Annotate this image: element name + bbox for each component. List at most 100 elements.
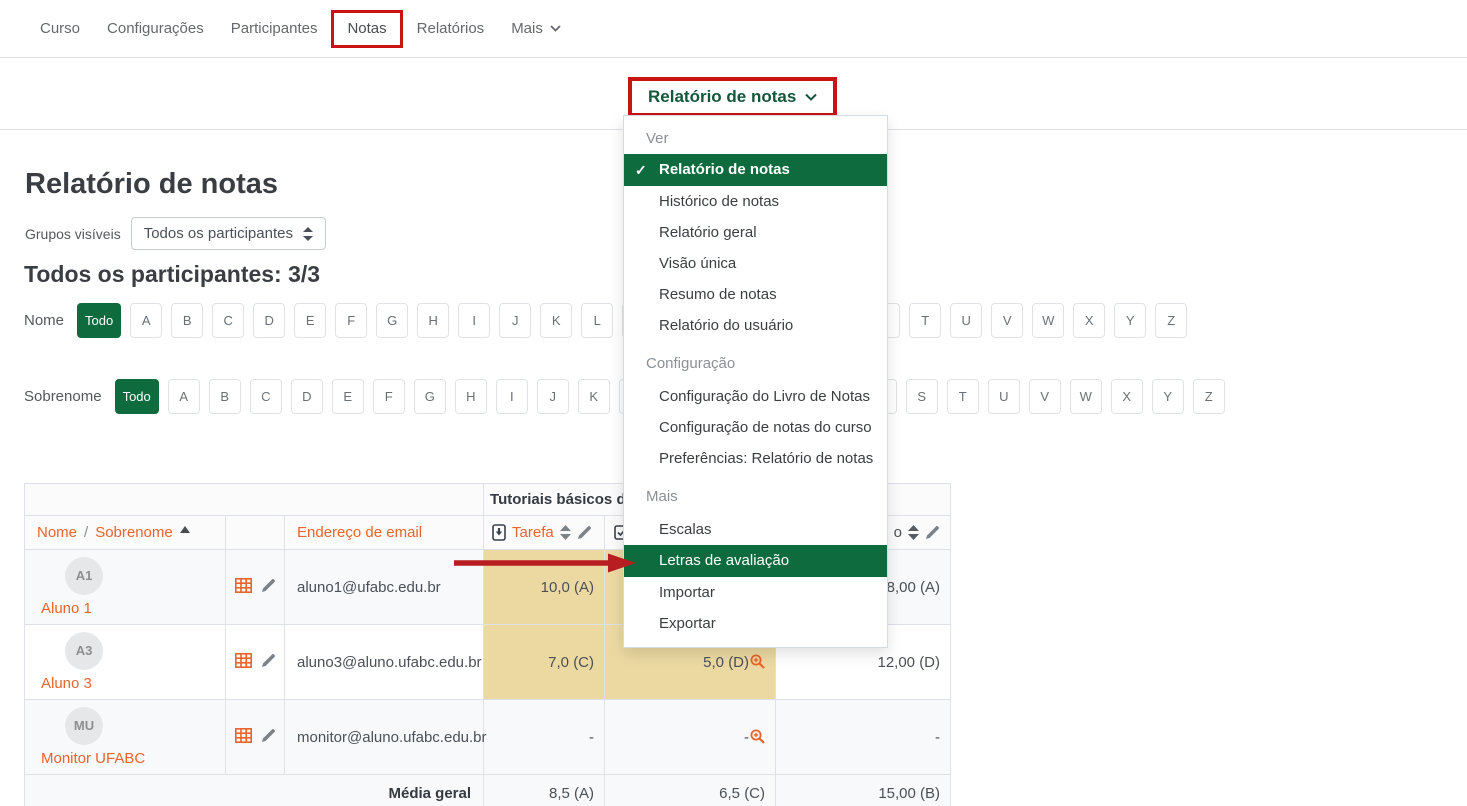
nav-item-mais[interactable]: Mais [511, 20, 561, 37]
sort-arrows-icon[interactable] [560, 525, 571, 540]
student-email: monitor@aluno.ufabc.edu.br [285, 700, 484, 775]
menu-item-historico-de-notas[interactable]: Histórico de notas [624, 186, 887, 217]
letter-button[interactable]: G [376, 303, 408, 338]
letter-button[interactable]: J [537, 379, 569, 414]
task-column-link[interactable]: Tarefa [512, 524, 554, 541]
nav-item-notas[interactable]: Notas [347, 20, 386, 37]
row-controls-cell [226, 625, 285, 700]
row-controls-cell [226, 700, 285, 775]
menu-item-importar[interactable]: Importar [624, 577, 887, 608]
letter-button[interactable]: D [291, 379, 323, 414]
surname-all-button[interactable]: Todo [115, 379, 159, 414]
letter-button[interactable]: F [373, 379, 405, 414]
pencil-icon[interactable] [261, 653, 276, 668]
letter-button[interactable]: X [1073, 303, 1105, 338]
quiz-grade-cell: - [605, 700, 776, 775]
sort-asc-caret-icon [180, 526, 190, 533]
letter-button[interactable]: J [499, 303, 531, 338]
letter-button[interactable]: E [294, 303, 326, 338]
letter-button[interactable]: Z [1155, 303, 1187, 338]
letter-button[interactable]: B [171, 303, 203, 338]
student-name-link[interactable]: Monitor UFABC [41, 750, 145, 767]
pencil-icon[interactable] [261, 578, 276, 593]
student-name-link[interactable]: Aluno 1 [41, 600, 92, 617]
letter-button[interactable]: K [540, 303, 572, 338]
nav-item-relatorios[interactable]: Relatórios [417, 20, 485, 37]
pencil-icon[interactable] [577, 525, 592, 540]
chevron-down-icon [550, 25, 561, 32]
letter-button[interactable]: C [250, 379, 282, 414]
menu-item-configuracao-notas-curso[interactable]: Configuração de notas do curso [624, 412, 887, 443]
sort-arrows-icon[interactable] [908, 525, 919, 540]
letter-button[interactable]: Z [1193, 379, 1225, 414]
student-name-cell: MU Monitor UFABC [25, 700, 226, 775]
student-email: aluno3@aluno.ufabc.edu.br [285, 625, 484, 700]
menu-item-relatorio-geral[interactable]: Relatório geral [624, 217, 887, 248]
menu-item-configuracao-livro-de-notas[interactable]: Configuração do Livro de Notas [624, 381, 887, 412]
nav-item-curso[interactable]: Curso [40, 20, 80, 37]
menu-item-exportar[interactable]: Exportar [624, 608, 887, 639]
letter-button[interactable]: X [1111, 379, 1143, 414]
letter-button[interactable]: L [581, 303, 613, 338]
assignment-icon [492, 524, 506, 541]
student-name-link[interactable]: Aluno 3 [41, 675, 92, 692]
letter-button[interactable]: V [991, 303, 1023, 338]
letter-button[interactable]: C [212, 303, 244, 338]
letter-button[interactable]: I [496, 379, 528, 414]
letter-button[interactable]: Y [1114, 303, 1146, 338]
avatar: MU [65, 707, 103, 745]
letter-button[interactable]: K [578, 379, 610, 414]
menu-item-relatorio-do-usuario[interactable]: Relatório do usuário [624, 310, 887, 341]
letter-button[interactable]: U [988, 379, 1020, 414]
gradebook-view-menu: Ver ✓ Relatório de notas Histórico de no… [623, 115, 888, 648]
menu-item-relatorio-de-notas[interactable]: ✓ Relatório de notas [624, 154, 887, 186]
firstname-all-button[interactable]: Todo [77, 303, 121, 338]
notas-highlight-box: Notas [331, 10, 402, 48]
letter-button[interactable]: Y [1152, 379, 1184, 414]
groups-select[interactable]: Todos os participantes [131, 217, 326, 250]
view-switcher-button[interactable]: Relatório de notas [632, 81, 833, 113]
nav-item-configuracoes[interactable]: Configurações [107, 20, 204, 37]
letter-button[interactable]: V [1029, 379, 1061, 414]
pencil-icon[interactable] [925, 525, 940, 540]
zoom-in-grade-icon[interactable] [750, 729, 765, 744]
letter-button[interactable]: E [332, 379, 364, 414]
moodle-gradebook-screen: Curso Configurações Participantes Notas … [0, 0, 1467, 806]
menu-section-ver: Ver [624, 124, 887, 154]
controls-column-header [226, 516, 285, 550]
menu-item-escalas[interactable]: Escalas [624, 514, 887, 545]
letter-button[interactable]: U [950, 303, 982, 338]
menu-item-visao-unica[interactable]: Visão única [624, 248, 887, 279]
letter-button[interactable]: T [947, 379, 979, 414]
letter-button[interactable]: W [1032, 303, 1064, 338]
pencil-icon[interactable] [261, 728, 276, 743]
sort-by-surname-link[interactable]: Sobrenome [95, 524, 173, 541]
menu-item-resumo-de-notas[interactable]: Resumo de notas [624, 279, 887, 310]
letter-button[interactable]: H [455, 379, 487, 414]
task-average-cell: 8,5 (A) [484, 775, 605, 806]
user-grades-grid-icon[interactable] [235, 728, 252, 743]
menu-item-letras-de-avaliacao[interactable]: Letras de avaliação [624, 545, 887, 577]
letter-button[interactable]: G [414, 379, 446, 414]
letter-button[interactable]: W [1070, 379, 1102, 414]
sort-by-email-link[interactable]: Endereço de email [297, 524, 422, 541]
letter-button[interactable]: I [458, 303, 490, 338]
view-switcher-highlight-box: Relatório de notas [628, 77, 837, 117]
letter-button[interactable]: T [909, 303, 941, 338]
letter-button[interactable]: H [417, 303, 449, 338]
letter-button[interactable]: B [209, 379, 241, 414]
user-grades-grid-icon[interactable] [235, 653, 252, 668]
firstname-filter-row: Nome Todo A B C D E F G H I J K L M N O … [24, 303, 1196, 338]
letter-button[interactable]: D [253, 303, 285, 338]
letter-button[interactable]: S [906, 379, 938, 414]
zoom-in-grade-icon[interactable] [750, 654, 765, 669]
user-grades-grid-icon[interactable] [235, 578, 252, 593]
letter-button[interactable]: F [335, 303, 367, 338]
nav-item-participantes[interactable]: Participantes [231, 20, 318, 37]
sort-by-name-link[interactable]: Nome [37, 524, 77, 541]
letter-button[interactable]: A [130, 303, 162, 338]
letter-button[interactable]: A [168, 379, 200, 414]
quiz-average-cell: 6,5 (C) [605, 775, 776, 806]
menu-item-preferencias-relatorio[interactable]: Preferências: Relatório de notas [624, 443, 887, 474]
participants-heading: Todos os participantes: 3/3 [24, 261, 320, 288]
